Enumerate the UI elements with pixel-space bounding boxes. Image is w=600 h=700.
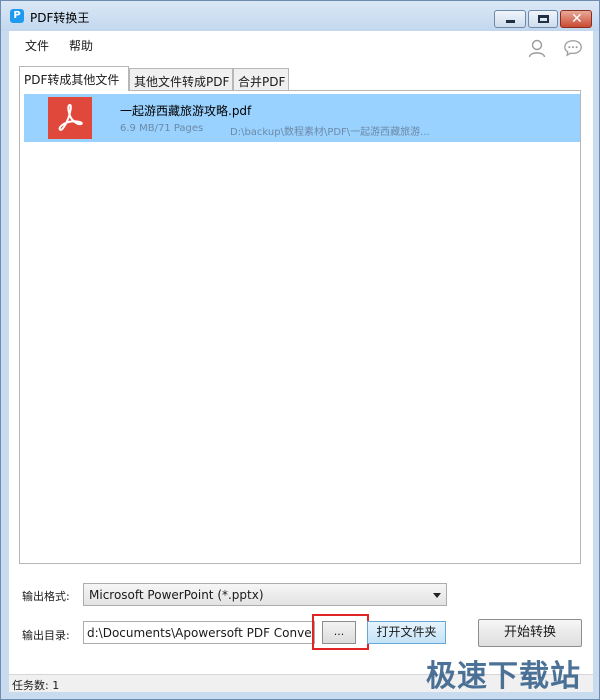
window-title: PDF转换王 — [30, 11, 90, 25]
app-window: P PDF转换王 ✕ 文件 帮助 PDF转成其他文件 其他文件转成PDF 合并P… — [0, 0, 600, 700]
output-format-value: Microsoft PowerPoint (*.pptx) — [89, 588, 264, 602]
highlight-box — [312, 614, 369, 650]
menu-bar: 文件 帮助 — [9, 31, 593, 58]
output-dir-input[interactable]: d:\Documents\Apowersoft PDF Conver — [83, 621, 315, 644]
output-format-label: 输出格式: — [22, 590, 70, 603]
chevron-down-icon — [433, 593, 441, 598]
file-size-pages: 6.9 MB/71 Pages — [120, 123, 204, 134]
output-format-select[interactable]: Microsoft PowerPoint (*.pptx) — [83, 583, 447, 606]
app-logo-icon: P — [10, 9, 24, 23]
maximize-button[interactable] — [528, 10, 558, 28]
title-bar[interactable]: P PDF转换王 ✕ — [1, 1, 599, 31]
menu-file[interactable]: 文件 — [25, 37, 49, 54]
user-icon[interactable] — [527, 38, 547, 58]
open-folder-button[interactable]: 打开文件夹 — [367, 621, 446, 644]
start-convert-button[interactable]: 开始转换 — [478, 619, 582, 647]
file-list-panel: 一起游西藏旅游攻略.pdf 6.9 MB/71 Pages D:\backup\… — [19, 90, 581, 564]
close-icon: ✕ — [571, 11, 583, 27]
client-area: 文件 帮助 PDF转成其他文件 其他文件转成PDF 合并PDF 一起游西藏旅游攻… — [9, 31, 593, 692]
maximize-icon — [538, 15, 549, 23]
file-name: 一起游西藏旅游攻略.pdf — [120, 104, 252, 118]
chat-icon[interactable] — [563, 38, 583, 58]
minimize-button[interactable] — [494, 10, 526, 28]
file-list-item[interactable]: 一起游西藏旅游攻略.pdf 6.9 MB/71 Pages D:\backup\… — [24, 94, 580, 142]
close-button[interactable]: ✕ — [560, 10, 592, 28]
pdf-file-icon — [48, 97, 92, 139]
tab-pdf-to-other[interactable]: PDF转成其他文件 — [19, 66, 129, 91]
task-count: 任务数: 1 — [12, 679, 60, 692]
menu-help[interactable]: 帮助 — [69, 37, 93, 54]
file-path: D:\backup\数程素材\PDF\一起游西藏旅游... — [230, 127, 430, 138]
acrobat-symbol-icon — [58, 103, 83, 131]
tab-other-to-pdf[interactable]: 其他文件转成PDF — [129, 68, 233, 91]
minimize-icon — [506, 20, 515, 23]
output-dir-label: 输出目录: — [22, 629, 70, 642]
site-watermark: 极速下载站 — [426, 659, 581, 694]
tab-merge-pdf[interactable]: 合并PDF — [233, 68, 289, 91]
